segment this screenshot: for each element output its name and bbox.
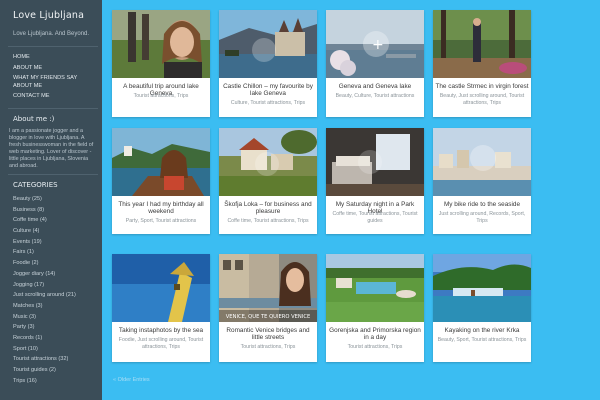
category-link[interactable]: Trips (16) xyxy=(13,376,101,387)
portrait-photo xyxy=(112,10,210,78)
about-text: I am a passionate jogger and a blogger i… xyxy=(9,128,94,170)
category-link[interactable]: Jogger diary (14) xyxy=(13,269,101,280)
sidebar: Love Ljubljana Love Ljubljana. And Beyon… xyxy=(0,0,102,400)
post-card[interactable]: Taking instaphotos by the sea Foodie, Ju… xyxy=(112,254,210,362)
post-card[interactable]: Škofja Loka – for business and pleasure … xyxy=(219,128,317,234)
tower-photo xyxy=(112,254,210,322)
post-photo[interactable] xyxy=(433,254,531,322)
category-link[interactable]: Tourist attractions (32) xyxy=(13,354,101,365)
post-tags[interactable]: Just scrolling around, Records, Sport, T… xyxy=(437,211,527,224)
category-link[interactable]: Business (8) xyxy=(13,205,101,216)
post-tags[interactable]: Coffe time, Tourist attractions, Tourist… xyxy=(330,211,420,224)
post-tags[interactable]: Tourist attractions, Trips xyxy=(116,93,206,100)
post-photo[interactable] xyxy=(326,254,424,322)
divider xyxy=(8,108,98,109)
post-tags[interactable]: Tourist attractions, Trips xyxy=(330,344,420,351)
seaside-photo xyxy=(433,128,531,196)
post-tags[interactable]: Foodie, Just scrolling around, Tourist a… xyxy=(116,337,206,350)
post-tags[interactable]: Party, Sport, Tourist attractions xyxy=(116,218,206,225)
nav-home[interactable]: Home xyxy=(13,54,97,62)
post-title[interactable]: Kayaking on the river Krka xyxy=(435,327,529,334)
category-link[interactable]: Coffe time (4) xyxy=(13,215,101,226)
post-tags[interactable]: Beauty, Culture, Tourist attractions xyxy=(330,93,420,100)
resort-pool-photo xyxy=(326,254,424,322)
town-photo xyxy=(219,128,317,196)
category-link[interactable]: Beauty (25) xyxy=(13,194,101,205)
post-card[interactable]: A beautiful trip around lake Geneva Tour… xyxy=(112,10,210,117)
boat-photo xyxy=(112,128,210,196)
post-title[interactable]: Geneva and Geneva lake xyxy=(328,83,422,90)
lake-photo: + xyxy=(326,10,424,78)
castle-photo xyxy=(219,10,317,78)
river-photo xyxy=(433,254,531,322)
category-link[interactable]: Sport (10) xyxy=(13,344,101,355)
category-link[interactable]: Culture (4) xyxy=(13,226,101,237)
post-photo[interactable] xyxy=(219,128,317,196)
category-link[interactable]: Party (3) xyxy=(13,322,101,333)
post-card[interactable]: + Geneva and Geneva lake Beauty, Culture… xyxy=(326,10,424,117)
post-photo[interactable] xyxy=(433,10,531,78)
category-link[interactable]: Music (3) xyxy=(13,312,101,323)
about-heading: About me :) xyxy=(13,115,55,123)
category-link[interactable]: Records (1) xyxy=(13,333,101,344)
photo-caption: VENICE, QUE TE QUIERO VENICE xyxy=(226,314,311,320)
post-photo[interactable]: + xyxy=(326,10,424,78)
category-link[interactable]: Foodie (2) xyxy=(13,258,101,269)
post-tags[interactable]: Beauty, Just scrolling around, Tourist a… xyxy=(437,93,527,106)
post-photo[interactable] xyxy=(433,128,531,196)
category-link[interactable]: Tourist guides (2) xyxy=(13,365,101,376)
post-tags[interactable]: Coffe time, Tourist attractions, Trips xyxy=(223,218,313,225)
venice-photo: VENICE, QUE TE QUIERO VENICE xyxy=(219,254,317,322)
post-photo[interactable] xyxy=(112,10,210,78)
post-photo[interactable] xyxy=(112,128,210,196)
post-title[interactable]: My bike ride to the seaside xyxy=(435,201,529,208)
post-card[interactable]: The castle Strmec in virgin forest Beaut… xyxy=(433,10,531,117)
divider xyxy=(8,174,98,175)
post-card[interactable]: This year I had my birthday all weekend … xyxy=(112,128,210,234)
post-card[interactable]: My bike ride to the seaside Just scrolli… xyxy=(433,128,531,234)
site-tagline: Love Ljubljana. And Beyond. xyxy=(13,31,90,37)
main-nav: Home About me What my friends say about … xyxy=(13,54,97,104)
nav-contact[interactable]: Contact me xyxy=(13,93,97,101)
post-title[interactable]: Gorenjska and Primorska region in a day xyxy=(328,327,422,341)
site-title[interactable]: Love Ljubljana xyxy=(13,10,84,21)
post-title[interactable]: Taking instaphotos by the sea xyxy=(114,327,208,334)
hotel-room-photo xyxy=(326,128,424,196)
post-title[interactable]: This year I had my birthday all weekend xyxy=(114,201,208,215)
post-title[interactable]: Castle Chillon – my favourite by lake Ge… xyxy=(221,83,315,97)
nav-about-me[interactable]: About me xyxy=(13,65,97,73)
svg-text:+: + xyxy=(372,37,384,53)
post-photo[interactable] xyxy=(112,254,210,322)
post-title[interactable]: The castle Strmec in virgin forest xyxy=(435,83,529,90)
post-photo[interactable] xyxy=(326,128,424,196)
category-link[interactable]: Fairs (1) xyxy=(13,247,101,258)
categories-heading: Categories xyxy=(13,181,58,189)
post-tags[interactable]: Beauty, Sport, Tourist attractions, Trip… xyxy=(437,337,527,344)
category-link[interactable]: Just scrolling around (21) xyxy=(13,290,101,301)
post-card[interactable]: My Saturday night in a Park Hotel Coffe … xyxy=(326,128,424,234)
post-card[interactable]: Gorenjska and Primorska region in a day … xyxy=(326,254,424,362)
post-tags[interactable]: Culture, Tourist attractions, Trips xyxy=(223,100,313,107)
post-title[interactable]: Škofja Loka – for business and pleasure xyxy=(221,201,315,215)
post-card[interactable]: Kayaking on the river Krka Beauty, Sport… xyxy=(433,254,531,362)
post-tags[interactable]: Tourist attractions, Trips xyxy=(223,344,313,351)
category-list: Beauty (25) Business (8) Coffe time (4) … xyxy=(13,194,101,386)
older-entries-link[interactable]: « Older Entries xyxy=(113,377,150,383)
divider xyxy=(8,46,98,47)
post-photo[interactable] xyxy=(219,10,317,78)
post-photo[interactable]: VENICE, QUE TE QUIERO VENICE xyxy=(219,254,317,322)
category-link[interactable]: Matches (3) xyxy=(13,301,101,312)
post-card[interactable]: Castle Chillon – my favourite by lake Ge… xyxy=(219,10,317,117)
forest-photo xyxy=(433,10,531,78)
post-card[interactable]: VENICE, QUE TE QUIERO VENICE Romantic Ve… xyxy=(219,254,317,362)
post-title[interactable]: Romantic Venice bridges and little stree… xyxy=(221,327,315,341)
category-link[interactable]: Jogging (17) xyxy=(13,280,101,291)
category-link[interactable]: Events (19) xyxy=(13,237,101,248)
nav-friends-say[interactable]: What my friends say about me xyxy=(13,75,97,90)
